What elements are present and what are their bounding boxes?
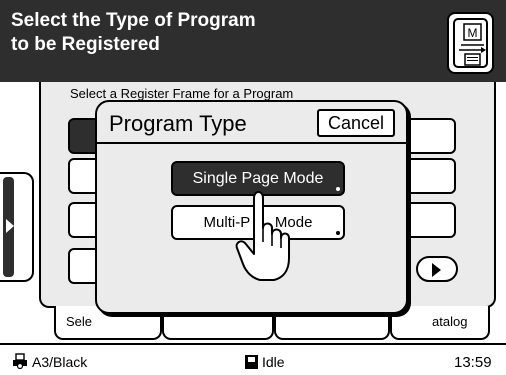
side-panel-tab[interactable] <box>0 172 34 282</box>
title-bar: Select the Type of Program to be Registe… <box>0 0 506 82</box>
dialog-divider <box>97 142 406 144</box>
paper-tray-icon <box>13 353 27 369</box>
clock: 13:59 <box>454 354 492 371</box>
page-title-line-1: Select the Type of Program <box>11 10 256 31</box>
scroll-right-button[interactable] <box>416 256 458 282</box>
printer-status-icon <box>245 355 258 369</box>
page-title: Select the Type of Program to be Registe… <box>11 9 256 57</box>
pointing-hand-icon <box>235 191 290 281</box>
dialog-title: Program Type <box>109 111 247 136</box>
paper-status: A3/Black <box>32 354 88 370</box>
tab-catalog-label: atalog <box>432 314 468 329</box>
register-frame-instruction: Select a Register Frame for a Program <box>70 86 294 101</box>
multi-page-indicator <box>336 231 340 235</box>
machine-status: Idle <box>262 354 285 370</box>
selected-indicator <box>336 187 340 191</box>
page-title-line-2: to be Registered <box>11 34 160 55</box>
status-bar: A3/Black Idle 13:59 <box>0 343 506 375</box>
memory-menu-button[interactable]: M <box>447 12 494 74</box>
tab-catalog[interactable]: atalog <box>390 306 490 340</box>
memory-menu-icon: M <box>453 18 488 68</box>
tab-select-label: Sele <box>66 314 93 329</box>
side-panel-arrow-icon <box>6 219 14 233</box>
memory-menu-letter: M <box>468 26 478 40</box>
scroll-right-icon <box>432 263 441 277</box>
cancel-button[interactable]: Cancel <box>317 109 395 137</box>
